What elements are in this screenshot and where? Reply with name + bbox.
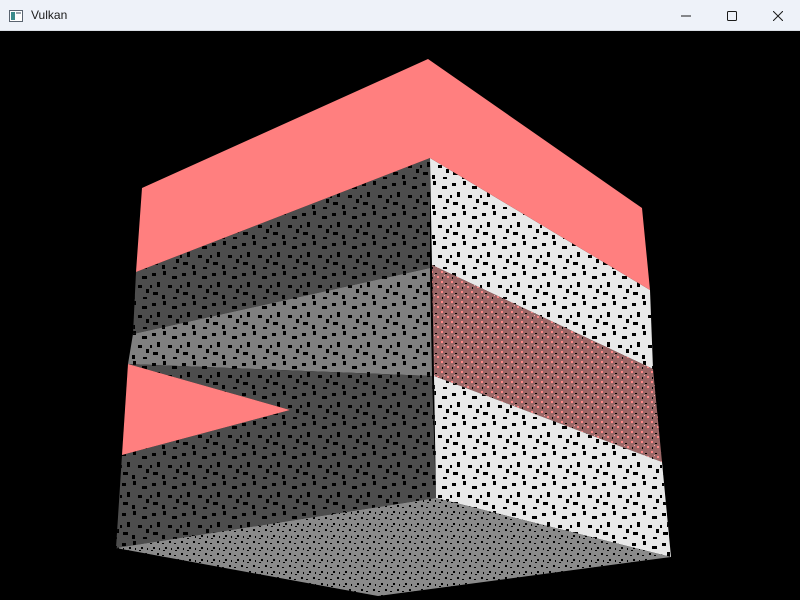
app-window: Vulkan <box>0 0 800 600</box>
minimize-icon <box>681 15 691 16</box>
title-bar[interactable]: Vulkan <box>0 0 800 31</box>
close-icon <box>773 10 783 21</box>
maximize-button[interactable] <box>709 0 755 31</box>
rendered-cube-scene <box>116 59 671 596</box>
app-icon <box>9 9 23 22</box>
maximize-icon <box>727 10 737 21</box>
render-viewport[interactable] <box>0 31 800 600</box>
close-button[interactable] <box>755 0 800 31</box>
window-title: Vulkan <box>31 8 68 22</box>
minimize-button[interactable] <box>663 0 709 31</box>
